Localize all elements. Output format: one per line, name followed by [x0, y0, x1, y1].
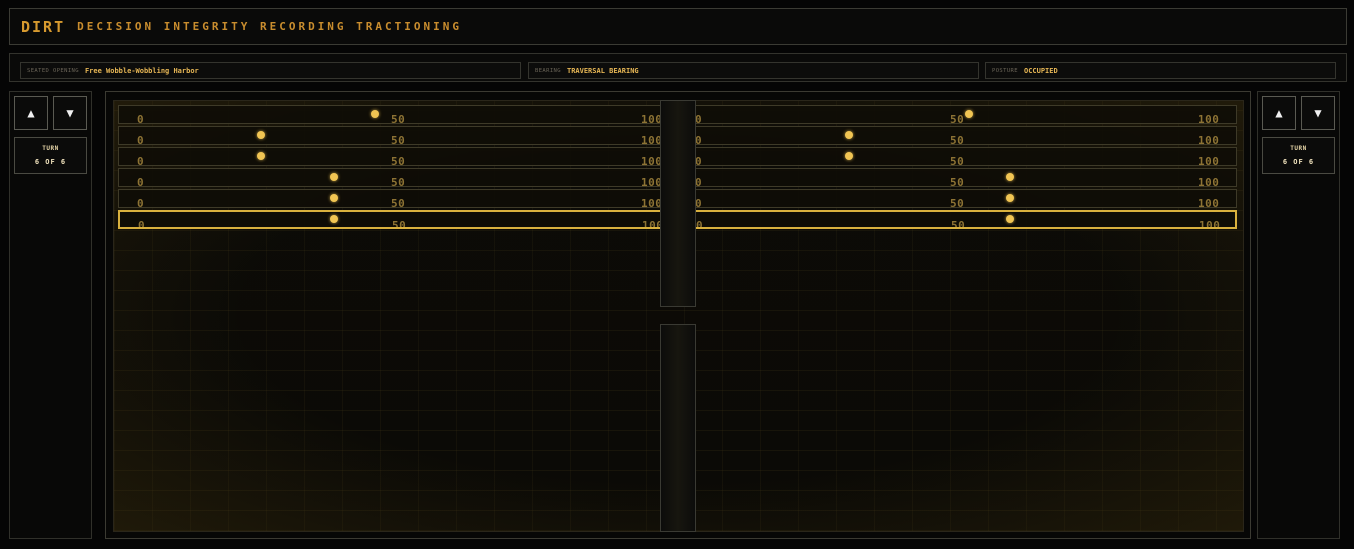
scale-label-mid: 50	[950, 155, 965, 166]
left-track-marker[interactable]	[329, 173, 338, 181]
scale-label-mid: 50	[950, 134, 965, 145]
right-panel: ▲ ▼ TURN 6 OF 6	[1257, 91, 1340, 539]
right-track-marker[interactable]	[964, 110, 973, 118]
scale-label-max: 100	[1198, 113, 1220, 124]
scale-label-min: 0	[695, 134, 703, 145]
left-track-marker[interactable]	[256, 152, 265, 160]
right-track-row[interactable]: 0 50 100	[676, 168, 1237, 187]
scale-label-min: 0	[137, 197, 145, 208]
scale-label-mid: 50	[950, 197, 965, 208]
bearing-field: BEARING TRAVERSAL BEARING	[528, 62, 979, 79]
scale-label-min: 0	[137, 176, 145, 187]
right-track-row[interactable]: 0 50 100	[676, 105, 1237, 124]
scale-label-min: 0	[137, 155, 145, 166]
right-track-row[interactable]: 0 50 100	[676, 210, 1237, 229]
right-up-button[interactable]: ▲	[1262, 96, 1296, 130]
scale-label-max: 100	[1199, 219, 1221, 229]
right-track-row[interactable]: 0 50 100	[676, 189, 1237, 208]
scale-label-mid: 50	[391, 134, 406, 145]
scale-label-min: 0	[695, 197, 703, 208]
left-track-marker[interactable]	[329, 194, 338, 202]
bearing-key: BEARING	[535, 67, 561, 74]
scale-label-min: 0	[138, 219, 146, 229]
right-track-row[interactable]: 0 50 100	[676, 147, 1237, 166]
left-track-row[interactable]: 0 50 100	[118, 189, 684, 208]
scale-label-min: 0	[695, 155, 703, 166]
scale-label-min: 0	[137, 113, 145, 124]
center-divider-bottom	[660, 324, 696, 532]
right-turn-indicator: TURN 6 OF 6	[1262, 137, 1335, 174]
scale-label-mid: 50	[951, 219, 966, 229]
scale-label-min: 0	[137, 134, 145, 145]
right-track-marker[interactable]	[1005, 173, 1014, 181]
scale-label-max: 100	[1198, 176, 1220, 187]
seated-opening-key: SEATED OPENING	[27, 67, 79, 74]
scale-label-mid: 50	[391, 197, 406, 208]
seated-opening-field: SEATED OPENING Free Wobble-Wobbling Harb…	[20, 62, 521, 79]
left-track-marker[interactable]	[256, 131, 265, 139]
left-down-button[interactable]: ▼	[53, 96, 87, 130]
scale-label-mid: 50	[391, 155, 406, 166]
left-turn-indicator: TURN 6 OF 6	[14, 137, 87, 174]
left-track-row[interactable]: 0 50 100	[118, 210, 684, 229]
posture-key: POSTURE	[992, 67, 1018, 74]
right-turn-label: TURN	[1290, 145, 1307, 152]
left-turn-value: 6 OF 6	[34, 158, 67, 166]
right-track-marker[interactable]	[1005, 215, 1014, 223]
scale-label-max: 100	[1198, 197, 1220, 208]
info-bar: SEATED OPENING Free Wobble-Wobbling Harb…	[9, 53, 1347, 82]
right-track-row[interactable]: 0 50 100	[676, 126, 1237, 145]
bearing-value: TRAVERSAL BEARING	[566, 66, 639, 75]
left-track-row[interactable]: 0 50 100	[118, 147, 684, 166]
center-divider-top	[660, 100, 696, 307]
seated-opening-value: Free Wobble-Wobbling Harbor	[84, 66, 199, 75]
right-track-marker[interactable]	[1005, 194, 1014, 202]
scale-label-mid: 50	[391, 176, 406, 187]
left-track-row[interactable]: 0 50 100	[118, 105, 684, 124]
scale-label-min: 0	[695, 176, 703, 187]
left-up-button[interactable]: ▲	[14, 96, 48, 130]
scale-label-min: 0	[696, 219, 704, 229]
right-down-button[interactable]: ▼	[1301, 96, 1335, 130]
right-turn-value: 6 OF 6	[1282, 158, 1315, 166]
posture-field: POSTURE OCCUPIED	[985, 62, 1336, 79]
scale-label-mid: 50	[950, 176, 965, 187]
scale-label-max: 100	[1198, 134, 1220, 145]
left-panel: ▲ ▼ TURN 6 OF 6	[9, 91, 92, 539]
scale-label-mid: 50	[392, 219, 407, 229]
left-track-marker[interactable]	[329, 215, 338, 223]
left-track-row[interactable]: 0 50 100	[118, 126, 684, 145]
app-brand: DIRT	[21, 17, 66, 36]
posture-value: OCCUPIED	[1023, 66, 1058, 75]
left-turn-label: TURN	[42, 145, 59, 152]
scale-label-min: 0	[695, 113, 703, 124]
app-header: DIRT DECISION INTEGRITY RECORDING TRACTI…	[9, 8, 1347, 45]
scale-label-mid: 50	[950, 113, 965, 124]
app-subtitle: DECISION INTEGRITY RECORDING TRACTIONING	[77, 20, 463, 33]
scale-label-max: 100	[1198, 155, 1220, 166]
left-track-row[interactable]: 0 50 100	[118, 168, 684, 187]
scale-label-mid: 50	[391, 113, 406, 124]
